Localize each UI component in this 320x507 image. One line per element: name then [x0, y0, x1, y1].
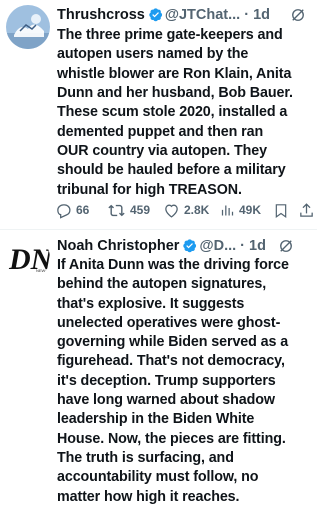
timestamp[interactable]: 1d [249, 238, 266, 254]
display-name[interactable]: Noah Christopher [57, 238, 179, 254]
repost-count: 459 [130, 203, 151, 217]
repost-button[interactable]: 459 [107, 200, 150, 220]
tweet-header: Noah Christopher @D... · 1d [57, 237, 315, 255]
verified-badge-icon [182, 238, 197, 258]
bookmark-icon [275, 203, 287, 218]
avatar-image [6, 5, 50, 49]
share-button[interactable] [298, 200, 315, 220]
views-icon [221, 205, 234, 215]
separator-dot: · [236, 238, 250, 254]
separator-dot: · [240, 7, 254, 23]
reply-icon [57, 203, 71, 219]
tweet-text: If Anita Dunn was the driving force behi… [57, 257, 289, 505]
handle[interactable]: @D... [199, 238, 236, 254]
like-button[interactable]: 2.8K [163, 200, 209, 220]
share-icon [300, 202, 313, 217]
tweet-1[interactable]: Thrushcross @JTChat... · 1d The three pri… [0, 0, 317, 230]
timestamp[interactable]: 1d [253, 7, 270, 23]
heart-icon [165, 204, 178, 218]
views-count: 49K [239, 203, 262, 217]
bookmark-button[interactable] [273, 200, 289, 220]
verified-badge-icon [148, 7, 163, 27]
tweet-text: The three prime gate-keepers and autopen… [57, 27, 293, 198]
tweet-2[interactable]: DN NEWS Noah Christopher @D... · 1d If An… [0, 230, 317, 505]
like-count: 2.8K [184, 203, 210, 217]
tweet-header: Thrushcross @JTChat... · 1d [57, 6, 315, 24]
reply-count: 66 [76, 203, 90, 217]
avatar-thrushcross[interactable] [6, 5, 50, 49]
dn-logo-icon: DN NEWS [6, 236, 50, 280]
dn-logo-small-text: NEWS [36, 268, 48, 273]
display-name[interactable]: Thrushcross [57, 7, 145, 23]
tweet-actions: 66 459 2.8K 49K [55, 200, 317, 220]
repost-icon [108, 204, 125, 216]
views-button[interactable]: 49K [220, 200, 261, 220]
handle[interactable]: @JTChat... [165, 7, 240, 23]
reply-button[interactable]: 66 [55, 200, 89, 220]
avatar-noah-christopher[interactable]: DN NEWS [6, 236, 50, 280]
